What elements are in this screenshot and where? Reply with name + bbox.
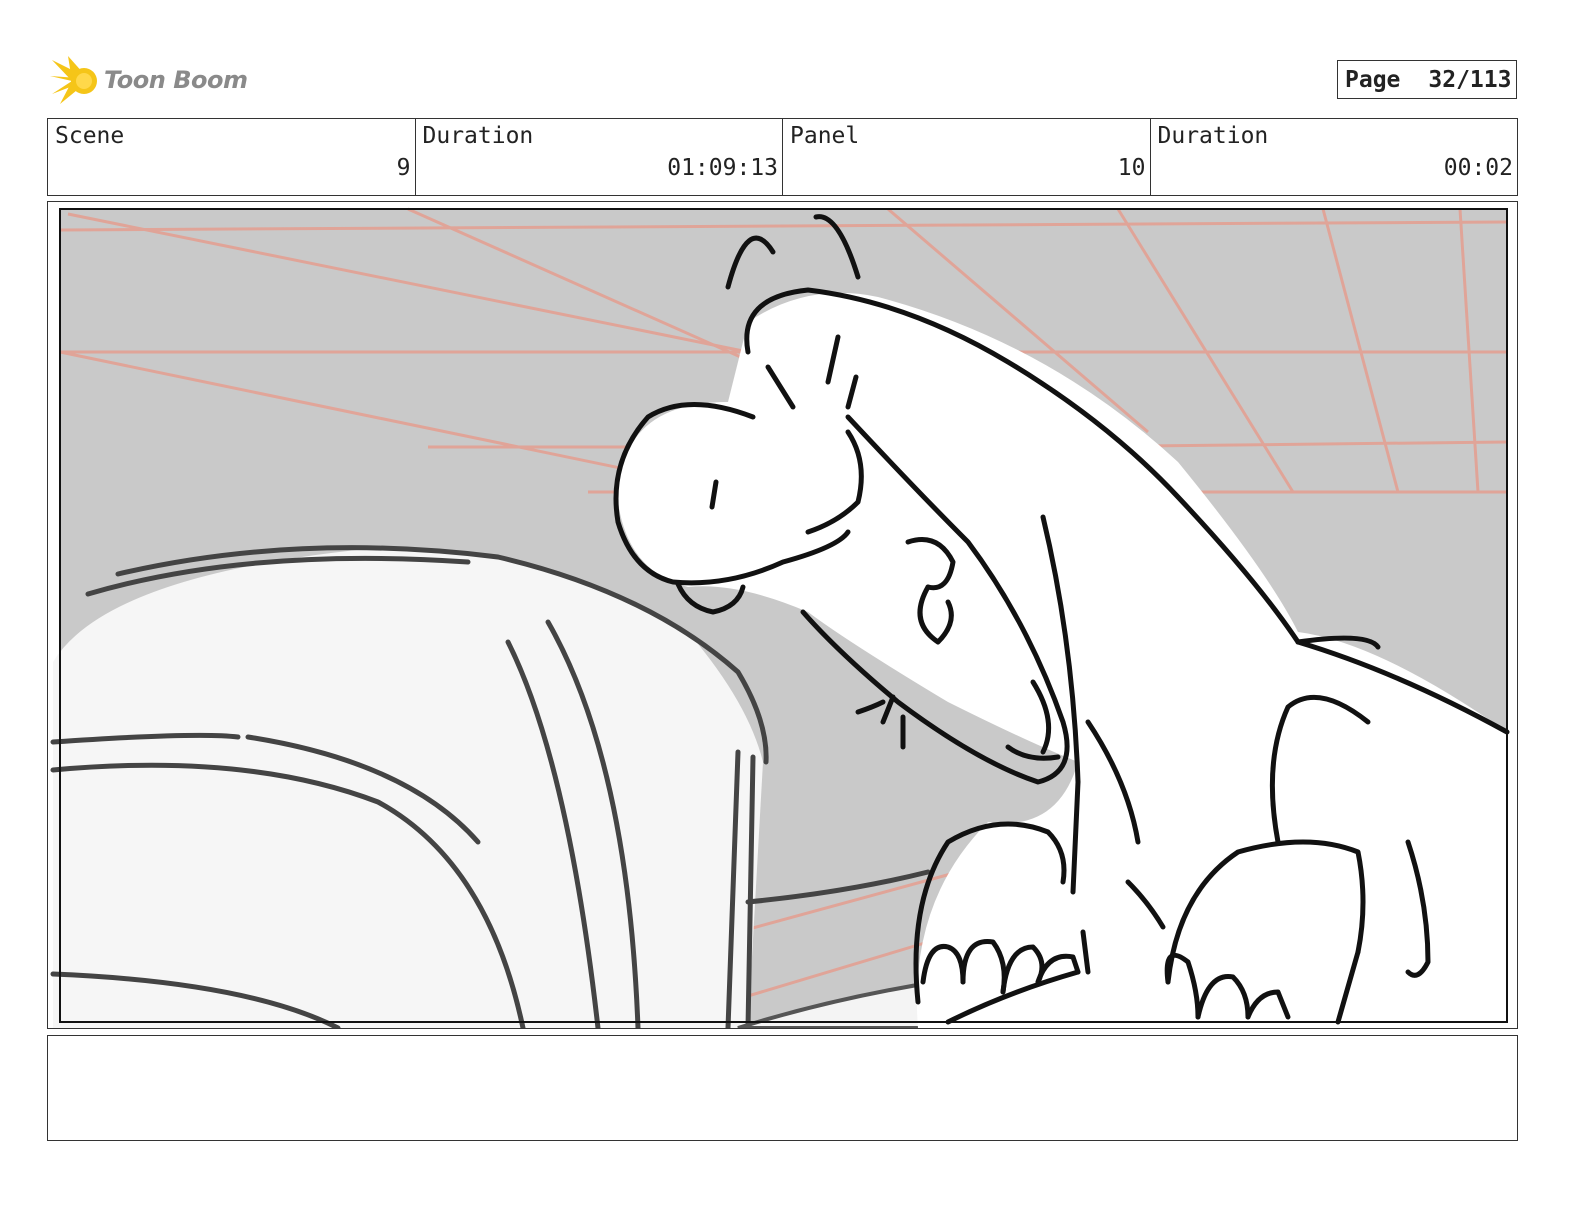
info-row: Scene 9 Duration 01:09:13 Panel 10 Durat… xyxy=(47,118,1518,196)
panel-duration-value: 00:02 xyxy=(1443,155,1513,181)
page-indicator: Page 32/113 xyxy=(1337,60,1517,99)
logo-text: Toon Boom xyxy=(104,66,248,94)
panel-value: 10 xyxy=(1117,155,1146,181)
page-label: Page xyxy=(1345,66,1401,93)
notes-box xyxy=(47,1035,1518,1141)
panel-duration-label: Duration xyxy=(1157,123,1269,149)
scene-cell: Scene 9 xyxy=(48,119,416,195)
scene-duration-cell: Duration 01:09:13 xyxy=(416,119,783,195)
panel-duration-cell: Duration 00:02 xyxy=(1151,119,1518,195)
scene-label: Scene xyxy=(55,123,125,149)
scene-value: 9 xyxy=(396,155,411,181)
scene-duration-label: Duration xyxy=(422,123,534,149)
storyboard-sketch-image xyxy=(50,207,1510,1028)
starburst-icon xyxy=(50,56,97,104)
toon-boom-logo: Toon Boom xyxy=(50,54,250,108)
panel-label: Panel xyxy=(790,123,860,149)
scene-duration-value: 01:09:13 xyxy=(667,155,778,181)
page-number: 32/113 xyxy=(1428,66,1512,93)
storyboard-frame xyxy=(47,201,1518,1029)
panel-cell: Panel 10 xyxy=(783,119,1151,195)
